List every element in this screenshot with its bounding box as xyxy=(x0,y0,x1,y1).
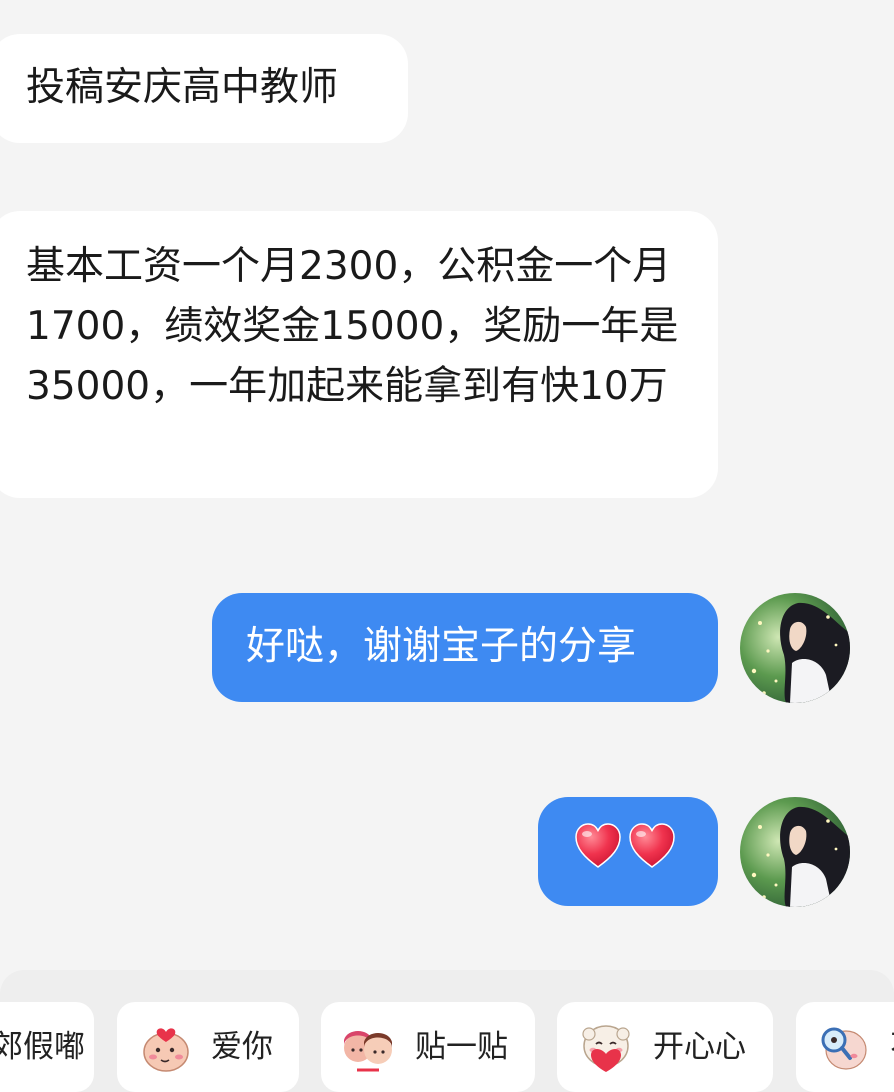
heart-emoji xyxy=(629,823,675,868)
sticker-chip-label: 开心心 xyxy=(653,1029,746,1065)
love-sticker-icon xyxy=(143,1028,189,1072)
message-bubble-incoming[interactable]: 基本工资一个月2300，公积金一个月1700，绩效奖金15000，奖励一年是35… xyxy=(0,211,718,498)
happy-sticker-icon xyxy=(582,1025,630,1072)
sticker-chip-label: 贴一贴 xyxy=(415,1029,508,1065)
sticker-chip-label: 爱你 xyxy=(211,1029,273,1065)
sticker-chip-label: 不 xyxy=(890,1002,894,1092)
message-bubble-incoming[interactable]: 投稿安庆高中教师 xyxy=(0,34,408,143)
sticker-chip[interactable]: 爱你 xyxy=(117,1002,299,1092)
message-text: 投稿安庆高中教师 xyxy=(26,65,339,110)
sticker-suggestion-bar: 郊假嘟 爱你 贴一贴 开心心 xyxy=(0,970,894,1092)
hug-sticker-icon xyxy=(344,1031,392,1072)
avatar[interactable] xyxy=(740,797,850,907)
sticker-chip-label: 郊假嘟 xyxy=(0,1029,85,1065)
message-bubble-outgoing[interactable]: 好哒，谢谢宝子的分享 xyxy=(212,593,718,702)
sticker-chip[interactable]: 开心心 xyxy=(557,1002,773,1092)
message-bubble-outgoing[interactable] xyxy=(538,797,718,906)
sticker-chip[interactable]: 不 xyxy=(796,1002,894,1092)
sticker-chip[interactable]: 郊假嘟 xyxy=(0,1002,94,1092)
message-text: 基本工资一个月2300，公积金一个月1700，绩效奖金15000，奖励一年是35… xyxy=(26,244,679,409)
sticker-chip[interactable]: 贴一贴 xyxy=(321,1002,535,1092)
emoji-group xyxy=(574,823,676,869)
message-text: 好哒，谢谢宝子的分享 xyxy=(246,624,637,669)
avatar[interactable] xyxy=(740,593,850,703)
heart-emoji xyxy=(575,823,621,868)
magnifier-sticker-icon xyxy=(821,1027,867,1070)
